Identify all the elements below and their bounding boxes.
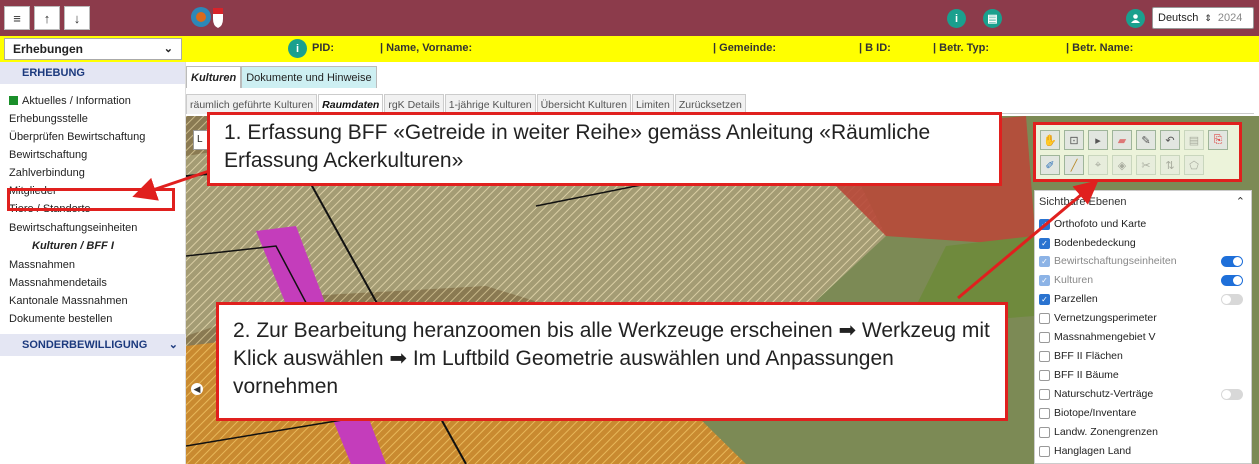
instruction-callout-1: 1. Erfassung BFF «Getreide in weiter Rei… bbox=[207, 112, 1002, 186]
instruction-callout-2: 2. Zur Bearbeitung heranzoomen bis alle … bbox=[216, 302, 1008, 421]
